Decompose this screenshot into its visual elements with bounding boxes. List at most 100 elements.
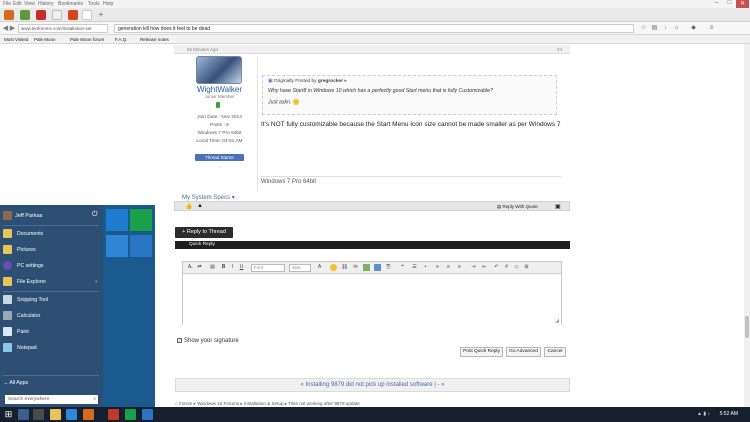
close-button[interactable]: ✕ xyxy=(736,0,749,8)
power-icon[interactable]: ⏻ xyxy=(92,211,98,219)
app-icon[interactable] xyxy=(142,409,153,420)
hash-icon[interactable]: # xyxy=(503,264,510,271)
code-icon[interactable]: ◇ xyxy=(513,264,520,271)
task-view-icon[interactable] xyxy=(33,409,44,420)
start-item-documents[interactable]: Documents xyxy=(3,228,101,240)
underline-icon[interactable]: U xyxy=(238,264,245,271)
outdent-icon[interactable]: ⇤ xyxy=(481,264,488,271)
clock[interactable]: 5:52 AM xyxy=(720,411,738,417)
bookmark-item[interactable]: Release notes xyxy=(140,37,169,42)
thumbs-up-icon[interactable]: 👍 xyxy=(185,203,192,210)
menu-bookmarks[interactable]: Bookmarks xyxy=(58,1,83,7)
text-color-icon[interactable]: A xyxy=(316,264,323,271)
thread-navigation[interactable]: « Installing 9879 did not pick up instal… xyxy=(175,378,570,392)
app-icon[interactable] xyxy=(108,409,119,420)
bookmark-item[interactable]: Pale Moon forum xyxy=(70,37,104,42)
attach-icon[interactable]: ⎘ xyxy=(385,264,392,271)
explorer-icon[interactable] xyxy=(50,409,61,420)
url-input[interactable]: www.tenforums.com/installation-set xyxy=(18,24,108,33)
start-search-input[interactable]: Search everywhere ⌕ xyxy=(5,395,98,404)
menu-help[interactable]: Help xyxy=(103,1,113,7)
go-advanced-button[interactable]: Go Advanced xyxy=(506,347,541,357)
minimize-button[interactable]: – xyxy=(710,0,723,8)
search-input[interactable]: generation kill how does it feel to be d… xyxy=(114,24,634,33)
username[interactable]: WightWalker xyxy=(182,85,257,94)
maximize-button[interactable]: □ xyxy=(723,0,736,8)
image-icon[interactable] xyxy=(363,264,370,271)
home-icon[interactable]: ⌂ xyxy=(673,25,680,32)
scrollbar-thumb[interactable] xyxy=(745,316,749,338)
post-quick-reply-button[interactable]: Post Quick Reply xyxy=(460,347,503,357)
italic-icon[interactable]: I xyxy=(229,264,236,271)
start-item-pc-settings[interactable]: PC settings xyxy=(3,260,101,272)
quote-user[interactable]: gregrocker xyxy=(318,79,343,84)
bold-icon[interactable]: B xyxy=(220,264,227,271)
resize-handle-icon[interactable]: ◢ xyxy=(555,318,559,324)
windows-start-icon[interactable]: ⊞ xyxy=(3,409,14,420)
tab-icon[interactable] xyxy=(4,10,14,20)
smilies-icon[interactable] xyxy=(330,264,337,271)
bookmark-item[interactable]: Pale Moon xyxy=(34,37,56,42)
tab-icon[interactable] xyxy=(20,10,30,20)
menu-icon[interactable]: ≡ xyxy=(708,25,715,32)
align-left-icon[interactable]: ≡ xyxy=(434,264,441,271)
download-icon[interactable]: ↓ xyxy=(662,25,669,32)
forward-icon[interactable]: ▶ xyxy=(9,24,16,33)
start-item-calculator[interactable]: Calculator xyxy=(3,310,101,322)
menu-view[interactable]: View xyxy=(24,1,35,7)
spoiler-icon[interactable]: ↶ xyxy=(493,264,500,271)
ie-icon[interactable] xyxy=(66,409,77,420)
reply-textarea[interactable]: ◢ xyxy=(183,275,561,325)
cancel-button[interactable]: Cancel xyxy=(544,347,566,357)
indent-icon[interactable]: ⇥ xyxy=(470,264,477,271)
menu-history[interactable]: History xyxy=(38,1,54,7)
tab-icon[interactable] xyxy=(52,10,62,20)
bookmarks-icon[interactable]: ▤ xyxy=(651,25,658,32)
menu-file[interactable]: File xyxy=(3,1,11,7)
view-post-icon[interactable]: ▸ xyxy=(344,79,346,84)
tab-icon[interactable] xyxy=(36,10,46,20)
tile-people[interactable] xyxy=(106,209,128,231)
bookmark-item[interactable]: Most Visited xyxy=(4,37,28,42)
start-item-pictures[interactable]: Pictures xyxy=(3,244,101,256)
align-center-icon[interactable]: ≡ xyxy=(445,264,452,271)
store-icon[interactable] xyxy=(125,409,136,420)
start-item-notepad[interactable]: Notepad xyxy=(3,342,101,354)
align-right-icon[interactable]: ≡ xyxy=(456,264,463,271)
start-item-snipping-tool[interactable]: Snipping Tool xyxy=(3,294,101,306)
bookmark-star-icon[interactable]: ☆ xyxy=(640,25,647,32)
multi-quote-icon[interactable]: ▣ xyxy=(555,203,561,210)
tile-news[interactable] xyxy=(130,235,152,257)
php-icon[interactable]: ⊞ xyxy=(523,264,530,271)
remove-format-icon[interactable]: A̶ xyxy=(186,264,193,271)
tab-active[interactable] xyxy=(82,10,92,20)
email-icon[interactable]: ✉ xyxy=(352,264,359,271)
checkbox-icon[interactable]: ✓ xyxy=(177,338,182,343)
start-user[interactable]: Jeff Parkas xyxy=(3,211,42,220)
bullet-list-icon[interactable]: • xyxy=(422,264,429,271)
menu-tools[interactable]: Tools xyxy=(88,1,100,7)
system-specs-toggle[interactable]: My System Specs ▾ xyxy=(182,194,235,201)
tab-icon[interactable] xyxy=(68,10,78,20)
menu-edit[interactable]: Edit xyxy=(13,1,22,7)
search-task-icon[interactable] xyxy=(18,409,29,420)
new-tab-button[interactable]: + xyxy=(96,10,106,20)
all-apps-button[interactable]: → All Apps xyxy=(3,380,28,386)
link-icon[interactable]: ⛓ xyxy=(341,264,348,271)
tile-store[interactable] xyxy=(130,209,152,231)
show-signature-checkbox[interactable]: ✓ Show your signature xyxy=(177,338,239,344)
reply-with-quote-button[interactable]: ▤ Reply With Quote xyxy=(497,204,538,210)
warning-icon[interactable]: ▲ xyxy=(197,203,203,209)
font-select[interactable]: Font xyxy=(251,264,285,272)
start-item-file-explorer[interactable]: File Explorer › xyxy=(3,276,101,288)
reply-to-thread-button[interactable]: + Reply to Thread xyxy=(175,227,233,238)
system-tray[interactable]: ▲ ▮ ♪ xyxy=(697,411,710,417)
start-item-paint[interactable]: Paint xyxy=(3,326,101,338)
addon-icon[interactable]: ◆ xyxy=(690,25,697,32)
tile-pc[interactable] xyxy=(106,235,128,257)
quote-insert-icon[interactable]: ❝ xyxy=(399,264,406,271)
numbered-list-icon[interactable]: ☰ xyxy=(411,264,418,271)
video-icon[interactable] xyxy=(374,264,381,271)
bookmark-item[interactable]: F.A.Q. xyxy=(115,37,128,42)
back-icon[interactable]: ◀ xyxy=(2,24,9,33)
